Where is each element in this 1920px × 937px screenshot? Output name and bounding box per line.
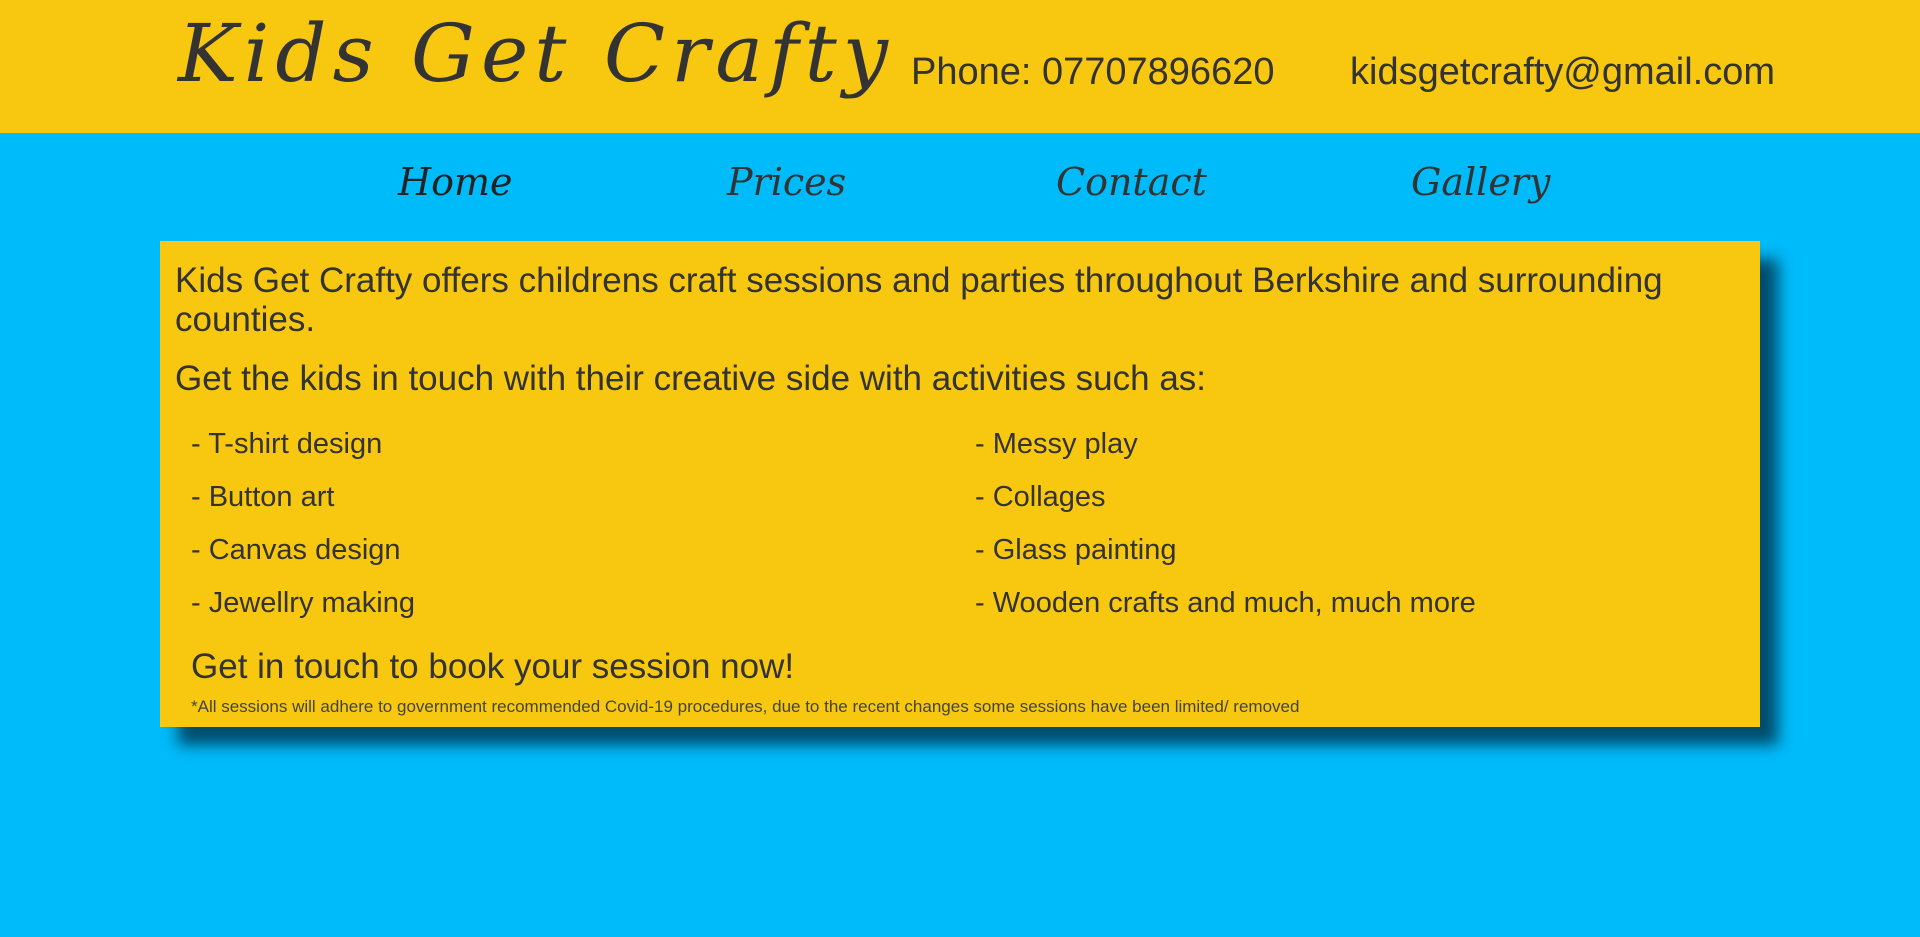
activity-item: - Canvas design — [191, 534, 401, 566]
activity-item: - Glass painting — [975, 534, 1177, 566]
activity-item: - Wooden crafts and much, much more — [975, 587, 1476, 619]
site-title: Kids Get Crafty — [178, 7, 894, 100]
activity-item: - T-shirt design — [191, 428, 383, 460]
call-to-action: Get in touch to book your session now! — [191, 647, 795, 686]
phone-number: Phone: 07707896620 — [911, 51, 1275, 93]
covid-disclaimer: *All sessions will adhere to government … — [191, 697, 1300, 716]
nav-item-contact[interactable]: Contact — [1056, 157, 1207, 207]
nav-item-home[interactable]: Home — [398, 157, 513, 207]
activity-item: - Jewellry making — [191, 587, 415, 619]
email-address: kidsgetcrafty@gmail.com — [1350, 51, 1776, 93]
main-nav: Home Prices Contact Gallery — [0, 133, 1920, 233]
activities-heading: Get the kids in touch with their creativ… — [175, 359, 1207, 398]
nav-item-gallery[interactable]: Gallery — [1411, 157, 1550, 207]
nav-item-prices[interactable]: Prices — [727, 157, 846, 207]
activity-item: - Messy play — [975, 428, 1138, 460]
intro-text: Kids Get Crafty offers childrens craft s… — [175, 261, 1663, 339]
activity-item: - Button art — [191, 481, 335, 513]
site-header: Kids Get Crafty Phone: 07707896620 kidsg… — [0, 0, 1920, 133]
content-panel: Kids Get Crafty offers childrens craft s… — [160, 241, 1760, 727]
activity-item: - Collages — [975, 481, 1106, 513]
